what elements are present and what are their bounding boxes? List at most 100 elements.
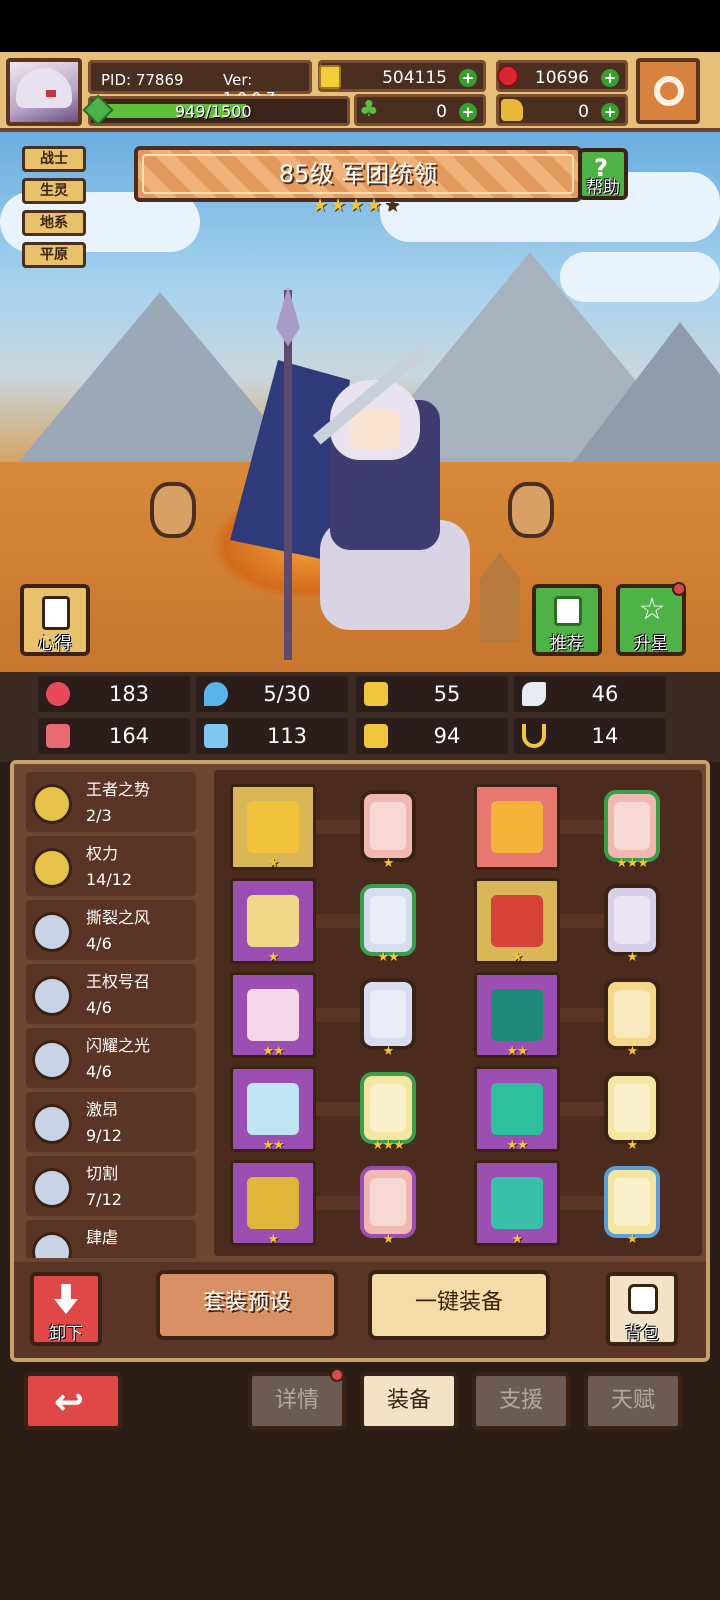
ruby-value: 10696 <box>534 68 589 88</box>
set-name: 闪耀之光 <box>86 1036 151 1055</box>
amulet-icon <box>247 895 299 947</box>
rune-slot[interactable] <box>360 978 416 1050</box>
notification-dot <box>672 582 686 596</box>
item-stars: ★ <box>511 950 524 965</box>
slot-connector <box>560 1196 606 1210</box>
hero-rank-banner: 85级 军团统领 <box>134 146 582 202</box>
stat-magic: 113 <box>196 718 348 754</box>
ruby-icon <box>497 65 519 87</box>
recommend-label: 推荐 <box>550 634 584 654</box>
rune-stars: ★ <box>626 950 639 965</box>
clover-value: 0 <box>436 102 447 122</box>
set-emblem-icon <box>32 912 72 952</box>
upgrade-star-button[interactable]: ☆ 升星 <box>616 582 686 656</box>
backpack-icon <box>628 1284 658 1314</box>
set-bonus-item[interactable]: 闪耀之光 4/6 <box>26 1028 196 1088</box>
equip-all-button[interactable]: 一键装备 <box>368 1270 550 1340</box>
set-bonus-item[interactable]: 权力 14/12 <box>26 836 196 896</box>
rune-slot[interactable] <box>360 1072 416 1144</box>
settings-button[interactable] <box>636 58 700 124</box>
rune-stars: ★ <box>382 1232 395 1247</box>
top-hud: PID: 77869 Ver: 1.0.0.7 949/1500 504115 … <box>0 52 720 132</box>
rune-stars: ★ <box>382 1044 395 1059</box>
set-name: 撕裂之风 <box>86 908 151 927</box>
set-emblem-icon <box>32 1232 72 1258</box>
set-bonus-item[interactable]: 撕裂之风 4/6 <box>26 900 196 960</box>
help-label: 帮助 <box>586 178 620 198</box>
tab-details[interactable]: 详情 <box>248 1372 346 1430</box>
tab-equipment[interactable]: 装备 <box>360 1372 458 1430</box>
tab-talent[interactable]: 天赋 <box>584 1372 682 1430</box>
set-bonus-item[interactable]: 激昂 9/12 <box>26 1092 196 1152</box>
armor-icon <box>491 895 543 947</box>
rune-stars: ★ <box>626 1232 639 1247</box>
item-stars: ★ <box>267 950 280 965</box>
coin-icon <box>319 65 341 89</box>
set-name: 权力 <box>86 844 119 863</box>
tab-support[interactable]: 支援 <box>472 1372 570 1430</box>
set-bonus-item[interactable]: 切割 7/12 <box>26 1156 196 1216</box>
set-bonus-item[interactable]: 王者之势 2/3 <box>26 772 196 832</box>
water-drop-icon <box>204 682 228 706</box>
set-name: 王权号召 <box>86 972 151 991</box>
set-count: 9/12 <box>86 1126 122 1145</box>
player-info-panel: PID: 77869 Ver: 1.0.0.7 <box>88 60 312 107</box>
necklace-icon <box>247 989 299 1041</box>
add-coin-button[interactable]: + <box>459 69 477 87</box>
add-ruby-button[interactable]: + <box>601 69 619 87</box>
rune-slot[interactable] <box>360 790 416 862</box>
star-empty-icon: ★ <box>384 195 401 216</box>
equipment-grid: ★ ★ ★★★ ★ ★★ ★ ★ ★★ ★ ★★ ★ ★★ ★★★ ★★ ★ ★ ★ ★ ★ <box>214 770 702 1256</box>
insight-button[interactable]: 心得 <box>20 584 90 656</box>
prev-hero-button[interactable] <box>150 482 196 538</box>
set-bonus-item[interactable]: 王权号召 4/6 <box>26 964 196 1024</box>
set-emblem-icon <box>32 976 72 1016</box>
set-preset-button[interactable]: 套装预设 <box>156 1270 338 1340</box>
set-count: 4/6 <box>86 998 112 1017</box>
set-bonus-item[interactable]: 肆虐 <box>26 1220 196 1258</box>
rune-slot[interactable] <box>604 1166 660 1238</box>
recommend-button[interactable]: 推荐 <box>532 584 602 656</box>
backpack-button[interactable]: 背包 <box>606 1272 678 1346</box>
help-button[interactable]: ? 帮助 <box>578 148 628 200</box>
rune-icon <box>370 1178 406 1226</box>
next-hero-button[interactable] <box>508 482 554 538</box>
slot-connector <box>316 1008 362 1022</box>
add-bag-button[interactable]: + <box>601 103 619 121</box>
rune-slot[interactable] <box>604 884 660 956</box>
set-bonus-list[interactable]: 王者之势 2/3 权力 14/12 撕裂之风 4/6 王权号召 4/6 闪耀之光 4/6 激昂 9/1… <box>26 772 202 1258</box>
player-avatar[interactable] <box>6 58 82 126</box>
rune-slot[interactable] <box>360 884 416 956</box>
bag-counter: 0 + <box>496 94 628 126</box>
slot-connector <box>316 820 362 834</box>
rune-slot[interactable] <box>604 1072 660 1144</box>
clover-icon: ♣ <box>359 97 379 122</box>
add-clover-button[interactable]: + <box>459 103 477 121</box>
rune-stars: ★ <box>626 1138 639 1153</box>
thumbs-up-icon <box>554 596 582 626</box>
item-stars: ★★ <box>262 1044 284 1059</box>
set-count: 4/6 <box>86 934 112 953</box>
star-icon: ★ <box>312 195 329 216</box>
set-count: 7/12 <box>86 1190 122 1209</box>
stat-resist: 94 <box>356 718 508 754</box>
rune-slot[interactable] <box>604 978 660 1050</box>
stat-luck: 14 <box>514 718 666 754</box>
action-bar <box>10 1262 710 1362</box>
rune-stars: ★ <box>626 1044 639 1059</box>
backpack-label: 背包 <box>625 1324 659 1344</box>
unload-button[interactable]: 卸下 <box>30 1272 102 1346</box>
back-button[interactable]: ↩ <box>24 1372 122 1430</box>
ring-icon <box>247 1177 299 1229</box>
equipment-panel: 王者之势 2/3 权力 14/12 撕裂之风 4/6 王权号召 4/6 闪耀之光 4/6 激昂 9/1… <box>10 760 710 1268</box>
rune-slot[interactable] <box>360 1166 416 1238</box>
rune-icon <box>614 1084 650 1132</box>
rune-slot[interactable] <box>604 790 660 862</box>
stat-defense: 55 <box>356 676 508 712</box>
equipment-slot-hat[interactable] <box>474 784 560 870</box>
belt-icon <box>491 1083 543 1135</box>
xp-icon <box>82 94 114 126</box>
player-id: PID: 77869 <box>101 71 184 89</box>
star-icon: ★ <box>366 195 383 216</box>
star-up-icon: ☆ <box>638 592 666 627</box>
